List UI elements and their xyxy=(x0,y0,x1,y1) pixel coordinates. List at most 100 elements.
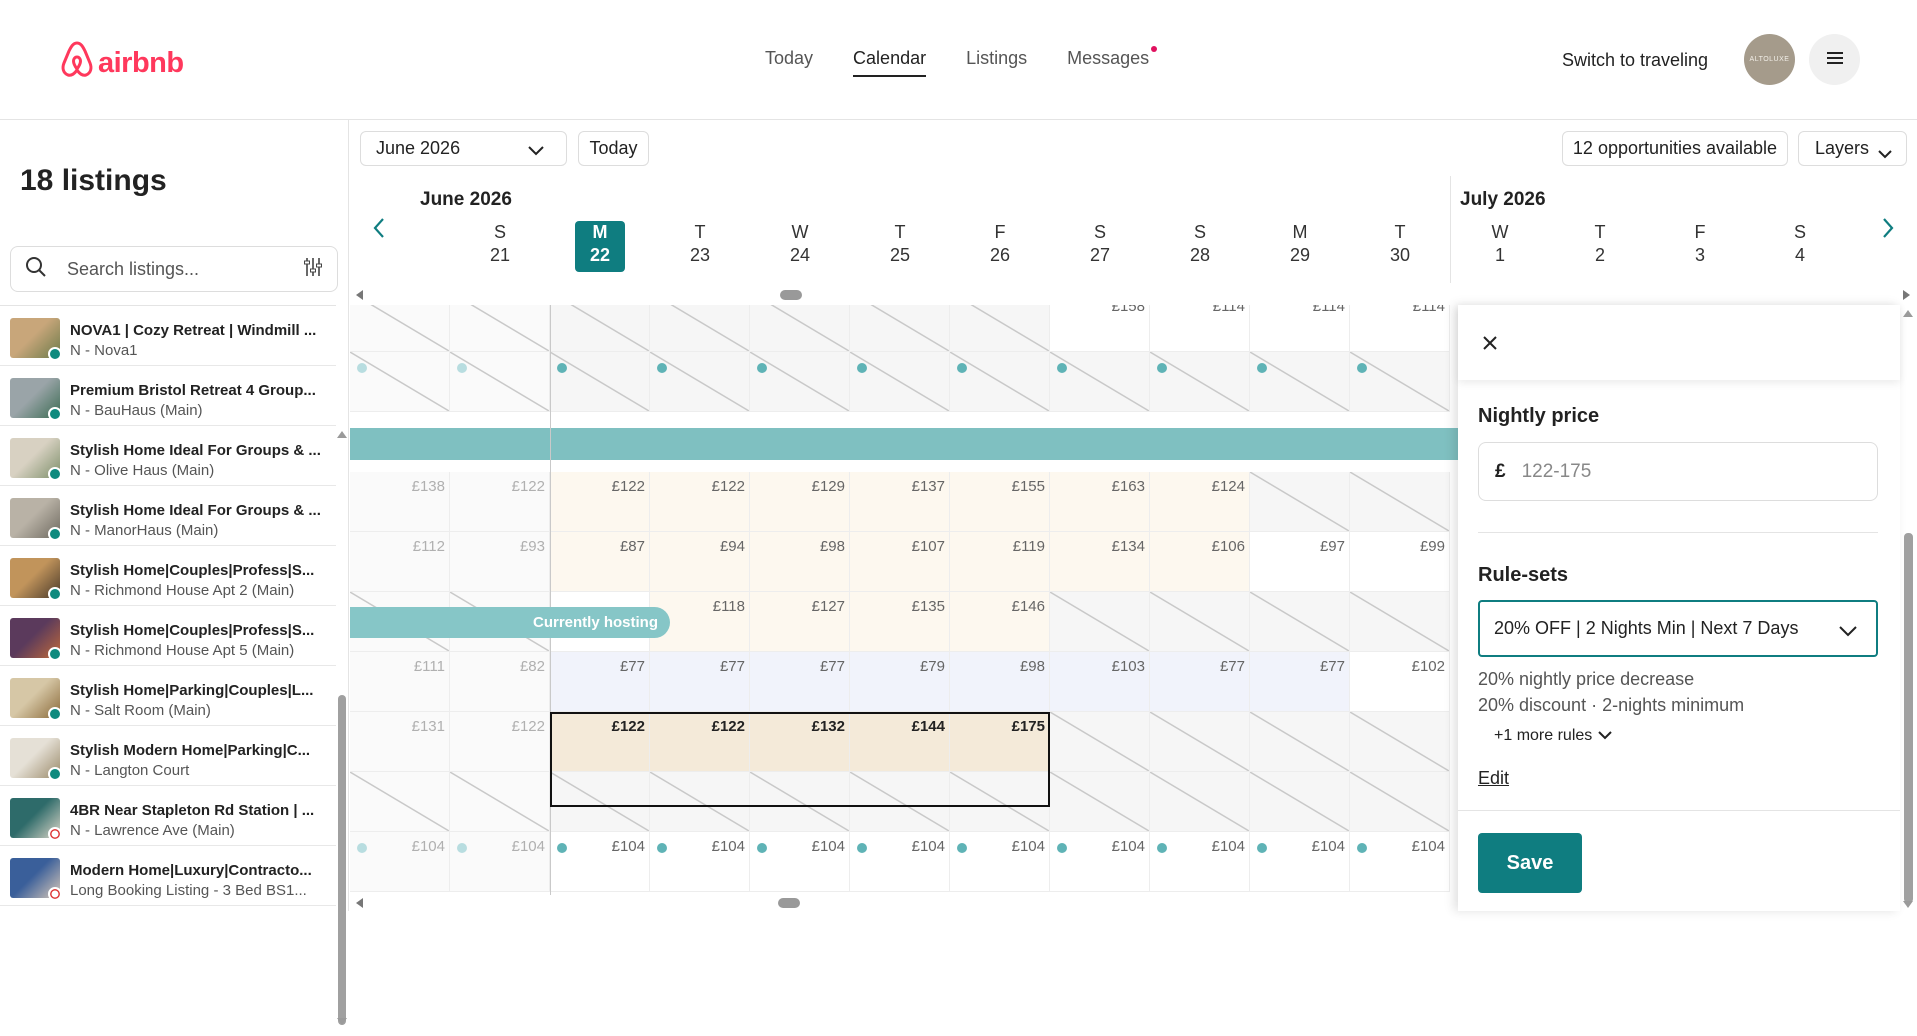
calendar-cell[interactable]: £102 xyxy=(1350,652,1450,712)
calendar-cell[interactable]: £93 xyxy=(450,532,550,592)
next-arrow-icon[interactable] xyxy=(1881,215,1895,246)
save-button[interactable]: Save xyxy=(1478,833,1582,893)
calendar-cell[interactable] xyxy=(1350,772,1450,832)
calendar-cell[interactable] xyxy=(350,772,450,832)
horizontal-scrollbar-top[interactable] xyxy=(350,285,1917,305)
listing-item[interactable]: Stylish Home Ideal For Groups & ... N - M… xyxy=(0,486,336,546)
calendar-cell[interactable] xyxy=(1350,472,1450,532)
calendar-cell[interactable] xyxy=(1350,712,1450,772)
calendar-cell[interactable]: £98 xyxy=(950,652,1050,712)
calendar-cell[interactable]: £87 xyxy=(550,532,650,592)
calendar-cell[interactable] xyxy=(1050,352,1150,412)
calendar-cell[interactable] xyxy=(1150,592,1250,652)
day-header[interactable]: F 26 xyxy=(950,222,1050,266)
calendar-cell[interactable]: £77 xyxy=(650,652,750,712)
calendar-cell[interactable]: £104 xyxy=(350,832,450,892)
listing-item[interactable]: Stylish Home Ideal For Groups & ... N - O… xyxy=(0,426,336,486)
calendar-cell[interactable] xyxy=(1250,592,1350,652)
calendar-cell[interactable]: £104 xyxy=(1150,832,1250,892)
nav-today[interactable]: Today xyxy=(765,48,813,77)
calendar-cell[interactable]: £98 xyxy=(750,532,850,592)
calendar-cell[interactable]: £77 xyxy=(550,652,650,712)
day-header[interactable]: S 28 xyxy=(1150,222,1250,266)
calendar-cell[interactable]: £122 xyxy=(450,472,550,532)
calendar-cell[interactable] xyxy=(1350,592,1450,652)
day-header[interactable]: F3 xyxy=(1650,222,1750,266)
calendar-cell[interactable]: £146 xyxy=(950,592,1050,652)
listing-item[interactable]: Stylish Modern Home|Parking|C... N - Lang… xyxy=(0,726,336,786)
today-button[interactable]: Today xyxy=(578,131,649,166)
calendar-cell[interactable]: £155 xyxy=(950,472,1050,532)
calendar-cell[interactable] xyxy=(850,305,950,352)
calendar-cell[interactable]: £94 xyxy=(650,532,750,592)
calendar-cell[interactable] xyxy=(1150,712,1250,772)
calendar-cell[interactable] xyxy=(1250,712,1350,772)
listing-item[interactable]: Stylish Home|Parking|Couples|L... N - Sal… xyxy=(0,666,336,726)
day-header[interactable]: T 30 xyxy=(1350,222,1450,266)
day-header[interactable]: S 21 xyxy=(450,222,550,266)
avatar[interactable]: ALTOLUXE xyxy=(1744,34,1795,85)
day-header[interactable]: T2 xyxy=(1550,222,1650,266)
calendar-cell[interactable] xyxy=(550,352,650,412)
calendar-cell[interactable]: £104 xyxy=(1250,832,1350,892)
calendar-cell[interactable]: £104 xyxy=(750,832,850,892)
nightly-price-input[interactable]: £ 122-175 xyxy=(1478,442,1878,501)
calendar-cell[interactable]: £99 xyxy=(1350,532,1450,592)
day-header[interactable]: S4 xyxy=(1750,222,1850,266)
opportunities-button[interactable]: 12 opportunities available xyxy=(1562,131,1788,166)
calendar-cell[interactable]: £79 xyxy=(850,652,950,712)
day-header[interactable]: S 27 xyxy=(1050,222,1150,266)
calendar-cell[interactable]: £122 xyxy=(650,472,750,532)
calendar-cell[interactable]: £114 xyxy=(1250,305,1350,352)
calendar-cell[interactable] xyxy=(1250,772,1350,832)
calendar-cell[interactable] xyxy=(950,352,1050,412)
calendar-cell[interactable]: £134 xyxy=(1050,532,1150,592)
calendar-cell[interactable]: £137 xyxy=(850,472,950,532)
edit-link[interactable]: Edit xyxy=(1478,768,1509,789)
day-header[interactable]: T 25 xyxy=(850,222,950,266)
horizontal-scrollbar-bottom[interactable] xyxy=(350,895,1458,911)
day-header[interactable]: T 23 xyxy=(650,222,750,266)
calendar-cell[interactable]: £135 xyxy=(850,592,950,652)
calendar-cell[interactable]: £138 xyxy=(350,472,450,532)
calendar-cell[interactable]: £106 xyxy=(1150,532,1250,592)
listing-item[interactable]: Premium Bristol Retreat 4 Group... N - Ba… xyxy=(0,366,336,426)
panel-scrollbar[interactable] xyxy=(1900,305,1917,911)
airbnb-logo[interactable]: airbnb xyxy=(60,40,184,86)
hamburger-menu-button[interactable] xyxy=(1809,34,1860,85)
listing-item[interactable]: Stylish Home|Couples|Profess|S... N - Ric… xyxy=(0,546,336,606)
calendar-cell[interactable]: £104 xyxy=(650,832,750,892)
calendar-cell[interactable]: £114 xyxy=(1150,305,1250,352)
calendar-cell[interactable] xyxy=(650,305,750,352)
calendar-cell[interactable]: £104 xyxy=(1350,832,1450,892)
calendar-cell[interactable]: £97 xyxy=(1250,532,1350,592)
rule-set-select[interactable]: 20% OFF | 2 Nights Min | Next 7 Days xyxy=(1478,600,1878,657)
filter-icon[interactable] xyxy=(303,257,323,282)
calendar-cell[interactable] xyxy=(1050,712,1150,772)
calendar-cell[interactable]: £129 xyxy=(750,472,850,532)
search-listings-input[interactable]: Search listings... xyxy=(10,246,338,292)
calendar-cell[interactable] xyxy=(850,352,950,412)
calendar-cell[interactable] xyxy=(550,305,650,352)
calendar-cell[interactable]: £112 xyxy=(350,532,450,592)
currently-hosting-bar[interactable]: Currently hosting xyxy=(350,607,670,638)
day-header[interactable]: W 24 xyxy=(750,222,850,266)
calendar-cell[interactable]: £131 xyxy=(350,712,450,772)
calendar-cell[interactable]: £158 xyxy=(1050,305,1150,352)
calendar-cell[interactable] xyxy=(1050,592,1150,652)
reservation-bar[interactable] xyxy=(350,428,1458,460)
calendar-cell[interactable] xyxy=(350,352,450,412)
day-header[interactable]: W1 xyxy=(1450,222,1550,266)
calendar-cell[interactable]: £103 xyxy=(1050,652,1150,712)
listings-scrollbar[interactable] xyxy=(336,425,348,1031)
nav-messages[interactable]: Messages xyxy=(1067,46,1158,77)
calendar-cell[interactable] xyxy=(1250,352,1350,412)
layers-button[interactable]: Layers xyxy=(1798,131,1907,166)
nav-calendar[interactable]: Calendar xyxy=(853,48,927,77)
month-select[interactable]: June 2026 xyxy=(360,131,567,166)
calendar-cell[interactable]: £104 xyxy=(950,832,1050,892)
calendar-cell[interactable]: £111 xyxy=(350,652,450,712)
calendar-cell[interactable] xyxy=(1350,352,1450,412)
calendar-cell[interactable]: £104 xyxy=(850,832,950,892)
calendar-cell[interactable] xyxy=(950,305,1050,352)
